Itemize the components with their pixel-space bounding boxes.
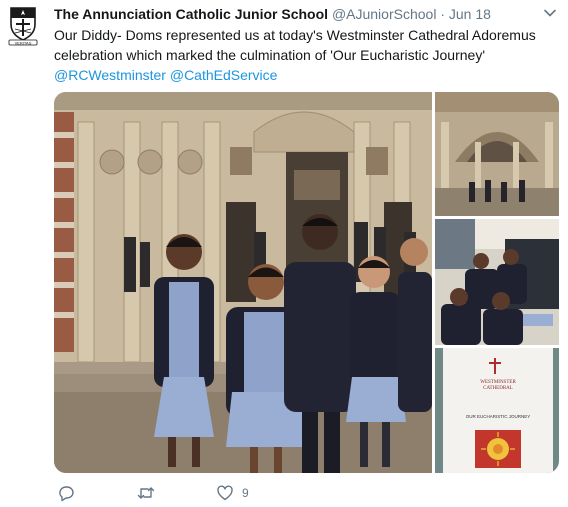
chevron-down-icon[interactable] (543, 6, 557, 20)
tweet-date[interactable]: Jun 18 (449, 6, 491, 22)
photo-order-of-service[interactable]: WESTMINSTER CATHEDRAL OUR EUCHARISTIC JO… (435, 348, 559, 473)
heart-icon[interactable] (216, 484, 234, 502)
tweet-text-line: celebration which marked the culmination… (54, 47, 485, 63)
mention-link[interactable]: @RCWestminster (54, 67, 166, 83)
separator-dot: · (440, 6, 445, 22)
tweet-header: The Annunciation Catholic Junior School … (54, 5, 534, 23)
program-heading: WESTMINSTER (480, 380, 516, 385)
tweet-mentions-line: @RCWestminster @CathEdService (54, 65, 554, 85)
photo-children-cathedral[interactable] (54, 92, 432, 473)
program-heading: CATHEDRAL (483, 386, 513, 391)
reply-icon[interactable] (57, 484, 75, 502)
author-name[interactable]: The Annunciation Catholic Junior School (54, 6, 328, 22)
tweet[interactable]: VERITAS The Annunciation Catholic Junior… (0, 0, 568, 504)
program-subtitle: OUR EUCHARISTIC JOURNEY (466, 414, 531, 419)
school-crest-icon[interactable]: VERITAS (8, 6, 38, 46)
retweet-icon[interactable] (136, 484, 156, 502)
tweet-text-line: Our Diddy- Doms represented us at today'… (54, 27, 536, 43)
photo-children-on-bus[interactable] (435, 219, 559, 345)
media-grid: WESTMINSTER CATHEDRAL OUR EUCHARISTIC JO… (54, 92, 559, 473)
like-count: 9 (242, 486, 249, 500)
tweet-text: Our Diddy- Doms represented us at today'… (54, 25, 554, 85)
photo-cathedral-arches[interactable] (435, 92, 559, 216)
author-handle[interactable]: @AJuniorSchool (332, 6, 437, 22)
avatar-caption: VERITAS (15, 40, 32, 45)
tweet-actions: 9 (54, 484, 354, 502)
mention-link[interactable]: @CathEdService (170, 67, 278, 83)
